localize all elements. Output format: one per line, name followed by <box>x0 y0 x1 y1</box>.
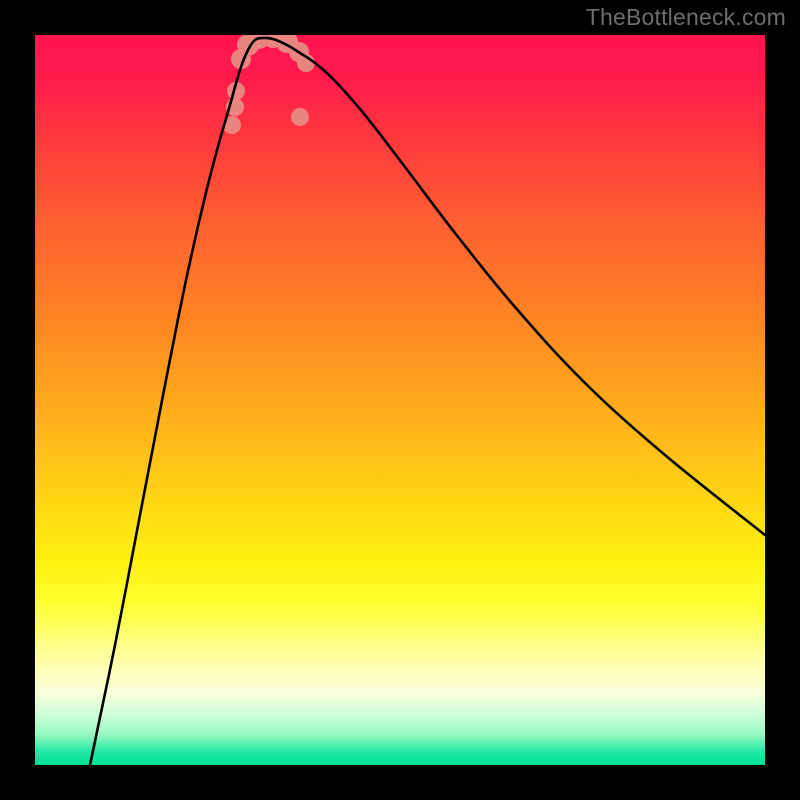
highlight-dot <box>291 108 309 126</box>
bottleneck-curve <box>90 38 765 765</box>
curve-layer <box>35 35 765 765</box>
plot-area <box>35 35 765 765</box>
watermark-text: TheBottleneck.com <box>586 4 786 31</box>
chart-frame: TheBottleneck.com <box>0 0 800 800</box>
